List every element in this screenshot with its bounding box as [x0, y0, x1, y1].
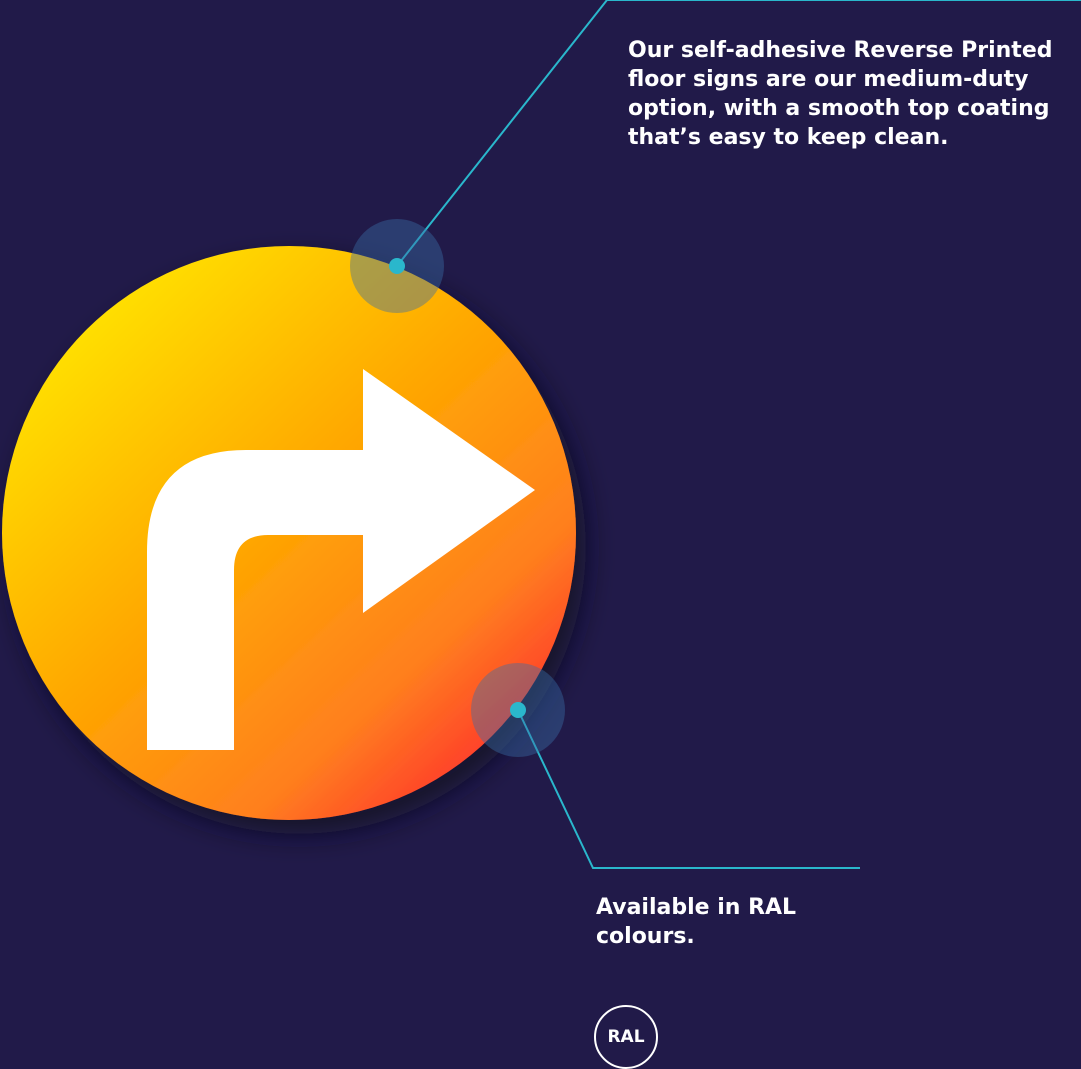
- top-callout-dot: [389, 258, 405, 274]
- ral-badge-label: RAL: [607, 1027, 645, 1047]
- bottom-callout-dot: [510, 702, 526, 718]
- top-callout-line: floor signs are our medium-duty: [628, 67, 1029, 92]
- top-callout-line: Our self-adhesive Reverse Printed: [628, 38, 1053, 63]
- floor-sign-graphic: [2, 0, 1081, 869]
- bottom-callout-text: Available in RAL colours.: [596, 893, 856, 951]
- ral-badge: RAL: [594, 1005, 658, 1069]
- bottom-callout-leader: [471, 663, 860, 869]
- product-feature-canvas: Our self-adhesive Reverse Printed floor …: [0, 0, 1081, 1069]
- bottom-callout-line: Available in RAL: [596, 895, 797, 920]
- bottom-callout-line: colours.: [596, 924, 695, 949]
- top-callout-line: option, with a smooth top coating: [628, 96, 1050, 121]
- top-callout-line: that’s easy to keep clean.: [628, 125, 949, 150]
- top-callout-text: Our self-adhesive Reverse Printed floor …: [628, 36, 1080, 152]
